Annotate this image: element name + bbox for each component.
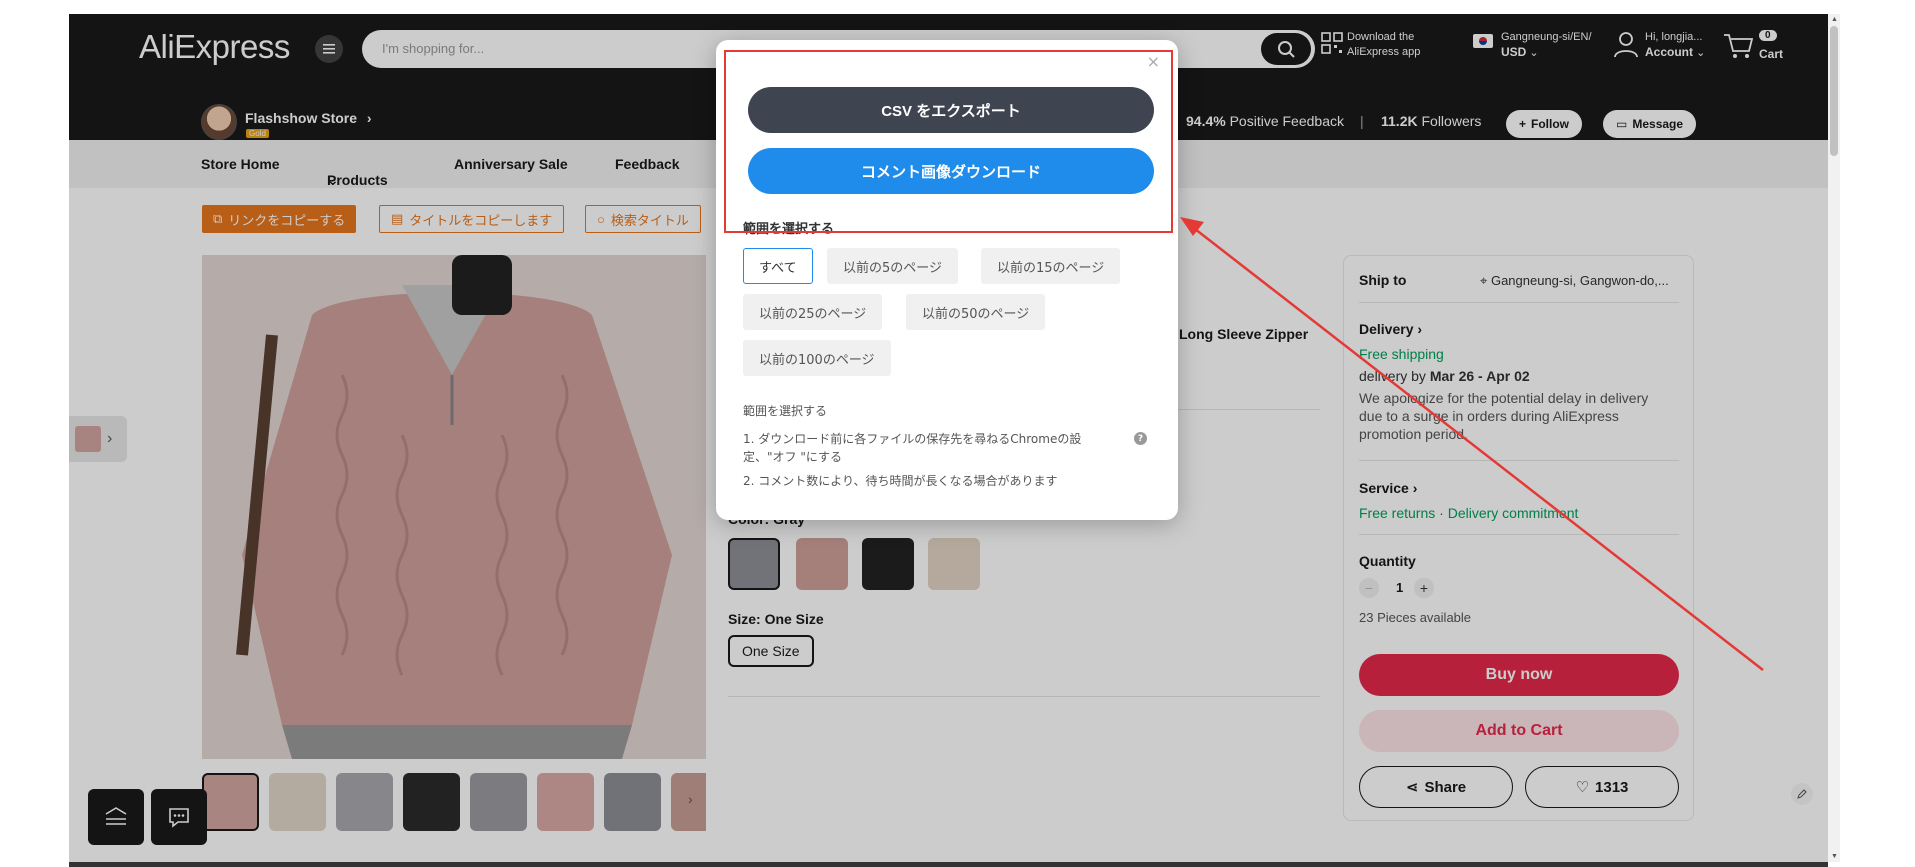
bottom-strip xyxy=(69,862,1828,867)
range-title: 範囲を選択する xyxy=(743,222,835,237)
scroll-up-arrow-icon[interactable]: ▲ xyxy=(1831,16,1838,23)
page-scrollbar[interactable]: ▲ ▼ xyxy=(1828,14,1840,862)
range-15-pages[interactable]: 以前の15のページ xyxy=(981,248,1121,284)
range-50-pages[interactable]: 以前の50のページ xyxy=(906,294,1046,330)
range-all[interactable]: すべて xyxy=(743,248,813,284)
export-modal: × CSV をエクスポート コメント画像ダウンロード 範囲を選択する すべて 以… xyxy=(716,40,1178,520)
help-icon[interactable]: ? xyxy=(1134,432,1147,445)
export-csv-button[interactable]: CSV をエクスポート xyxy=(748,87,1154,133)
notes-title: 範囲を選択する xyxy=(743,404,828,418)
range-100-pages[interactable]: 以前の100のページ xyxy=(743,340,891,376)
browser-top-strip xyxy=(0,0,1915,14)
scroll-down-arrow-icon[interactable]: ▼ xyxy=(1831,853,1838,860)
close-icon[interactable]: × xyxy=(1147,52,1160,71)
range-5-pages[interactable]: 以前の5のページ xyxy=(827,248,959,284)
note-1: 1. ダウンロード前に各ファイルの保存先を尋ねるChromeの設定、"オフ "に… xyxy=(743,432,1082,464)
scrollbar-thumb[interactable] xyxy=(1830,26,1838,156)
range-25-pages[interactable]: 以前の25のページ xyxy=(743,294,883,330)
note-2: 2. コメント数により、待ち時間が長くなる場合があります xyxy=(743,474,1058,488)
download-comment-images-button[interactable]: コメント画像ダウンロード xyxy=(748,148,1154,194)
